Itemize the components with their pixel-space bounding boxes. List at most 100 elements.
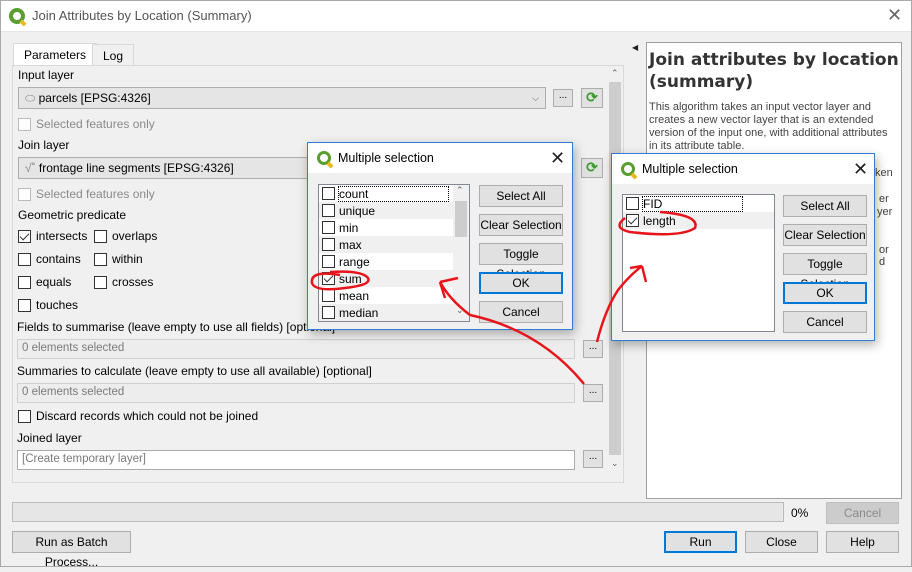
- checkbox-icon[interactable]: [322, 272, 335, 285]
- checkbox-label: Selected features only: [36, 187, 155, 201]
- checkbox-icon[interactable]: [322, 289, 335, 302]
- toggle-selection-button[interactable]: Toggle Selection: [783, 253, 867, 291]
- scroll-up-icon[interactable]: ⌃: [611, 68, 619, 79]
- close-button[interactable]: Close: [745, 531, 818, 553]
- joined-layer-input[interactable]: [Create temporary layer]: [17, 450, 575, 470]
- list-scrollbar[interactable]: ⌃ ⌄: [453, 185, 469, 321]
- checkbox-icon[interactable]: [322, 187, 335, 200]
- list-item[interactable]: range: [319, 253, 469, 270]
- list-item[interactable]: median: [319, 304, 469, 321]
- list-item-label: length: [643, 213, 676, 228]
- join-selected-only-checkbox[interactable]: Selected features only: [18, 187, 155, 201]
- checkbox-label: crosses: [112, 275, 154, 289]
- scrollbar-thumb[interactable]: [455, 201, 467, 237]
- run-button[interactable]: Run: [664, 531, 737, 553]
- dialog-title-bar: Multiple selection ✕: [308, 143, 572, 173]
- collapse-arrow-icon[interactable]: ◀: [632, 43, 638, 52]
- select-all-button[interactable]: Select All: [783, 195, 867, 217]
- help-partial-text: er: [879, 193, 889, 205]
- tab-log[interactable]: Log: [92, 44, 135, 66]
- toggle-selection-button[interactable]: Toggle Selection: [479, 243, 563, 281]
- list-item[interactable]: mean: [319, 287, 469, 304]
- checkbox-label: contains: [36, 252, 81, 266]
- predicate-equals[interactable]: equals: [18, 275, 71, 289]
- clear-selection-button[interactable]: Clear Selection: [783, 224, 867, 246]
- list-item-label: mean: [339, 288, 370, 303]
- checkbox-icon[interactable]: [322, 238, 335, 251]
- join-layer-label: Join layer: [18, 138, 70, 152]
- ok-button[interactable]: OK: [479, 272, 563, 294]
- clear-selection-button[interactable]: Clear Selection: [479, 214, 563, 236]
- list-item[interactable]: count: [319, 185, 469, 202]
- help-partial-text: or: [879, 244, 889, 256]
- list-item-label: range: [339, 254, 370, 269]
- help-title: Join attributes by location (summary): [649, 50, 899, 92]
- close-icon[interactable]: ✕: [550, 148, 565, 169]
- list-item[interactable]: sum: [319, 270, 469, 287]
- run-batch-button[interactable]: Run as Batch Process...: [12, 531, 131, 569]
- help-partial-text: ken: [875, 167, 893, 179]
- predicate-touches[interactable]: touches: [18, 298, 78, 312]
- ok-button[interactable]: OK: [783, 282, 867, 304]
- qgis-logo-icon: [621, 162, 635, 176]
- close-icon[interactable]: ✕: [853, 159, 868, 180]
- help-text: This algorithm takes an input vector lay…: [649, 101, 888, 152]
- scroll-down-icon[interactable]: ⌄: [611, 458, 619, 469]
- checkbox-icon[interactable]: [626, 197, 639, 210]
- list-item[interactable]: length: [623, 212, 774, 229]
- joined-layer-browse-button[interactable]: ...: [583, 450, 603, 468]
- list-item[interactable]: max: [319, 236, 469, 253]
- cancel-button[interactable]: Cancel: [783, 311, 867, 333]
- summaries-browse-button[interactable]: ...: [583, 384, 603, 402]
- fields-browse-button[interactable]: ...: [583, 340, 603, 358]
- joined-layer-label: Joined layer: [17, 431, 82, 445]
- scroll-down-icon[interactable]: ⌄: [456, 305, 464, 316]
- summaries-list[interactable]: count unique min max range sum mean median ⌃ ⌄: [318, 184, 470, 322]
- dialog-title: Multiple selection: [642, 162, 738, 176]
- predicate-crosses[interactable]: crosses: [94, 275, 153, 289]
- line-layer-icon: √˚: [25, 161, 39, 175]
- checkbox-icon[interactable]: [626, 214, 639, 227]
- scroll-up-icon[interactable]: ⌃: [456, 185, 464, 196]
- input-selected-only-checkbox[interactable]: Selected features only: [18, 117, 155, 131]
- list-item[interactable]: unique: [319, 202, 469, 219]
- checkbox-icon[interactable]: [322, 306, 335, 319]
- list-item[interactable]: min: [319, 219, 469, 236]
- checkbox-icon: [18, 187, 31, 201]
- close-icon[interactable]: ✕: [887, 5, 902, 26]
- tab-parameters[interactable]: Parameters: [13, 43, 98, 66]
- checkbox-label: touches: [36, 298, 79, 312]
- discard-records-checkbox[interactable]: Discard records which could not be joine…: [18, 409, 258, 423]
- checkbox-icon: [18, 252, 31, 266]
- checkbox-icon[interactable]: [322, 204, 335, 217]
- predicate-contains[interactable]: contains: [18, 252, 81, 266]
- checkbox-icon: [94, 229, 107, 243]
- predicate-within[interactable]: within: [94, 252, 143, 266]
- checkbox-label: equals: [36, 275, 72, 289]
- summaries-input[interactable]: 0 elements selected: [17, 383, 575, 403]
- checkbox-icon[interactable]: [322, 255, 335, 268]
- list-item[interactable]: FID: [623, 195, 774, 212]
- fields-label: Fields to summarise (leave empty to use …: [17, 320, 336, 334]
- fields-input[interactable]: 0 elements selected: [17, 339, 575, 359]
- input-layer-iterate-button[interactable]: ⟳: [581, 88, 603, 108]
- dialog-title: Multiple selection: [338, 151, 434, 165]
- cancel-button[interactable]: Cancel: [826, 502, 899, 524]
- join-layer-combo[interactable]: √˚ frontage line segments [EPSG:4326]: [18, 157, 318, 179]
- qgis-logo-icon: [9, 8, 25, 24]
- input-layer-combo[interactable]: ⬭ parcels [EPSG:4326] ⌵: [18, 87, 546, 109]
- checkbox-label: within: [112, 252, 143, 266]
- list-item-label: unique: [339, 203, 376, 218]
- checkbox-icon[interactable]: [322, 221, 335, 234]
- cancel-button[interactable]: Cancel: [479, 301, 563, 323]
- help-button[interactable]: Help: [826, 531, 899, 553]
- select-all-button[interactable]: Select All: [479, 185, 563, 207]
- checkbox-icon: [18, 275, 31, 289]
- join-layer-iterate-button[interactable]: ⟳: [581, 158, 603, 178]
- predicate-overlaps[interactable]: overlaps: [94, 229, 157, 243]
- fields-list[interactable]: FID length: [622, 194, 775, 332]
- progress-label: 0%: [791, 506, 809, 520]
- checkbox-icon: [18, 298, 31, 312]
- input-layer-browse-button[interactable]: ...: [553, 89, 573, 107]
- predicate-intersects[interactable]: intersects: [18, 229, 87, 243]
